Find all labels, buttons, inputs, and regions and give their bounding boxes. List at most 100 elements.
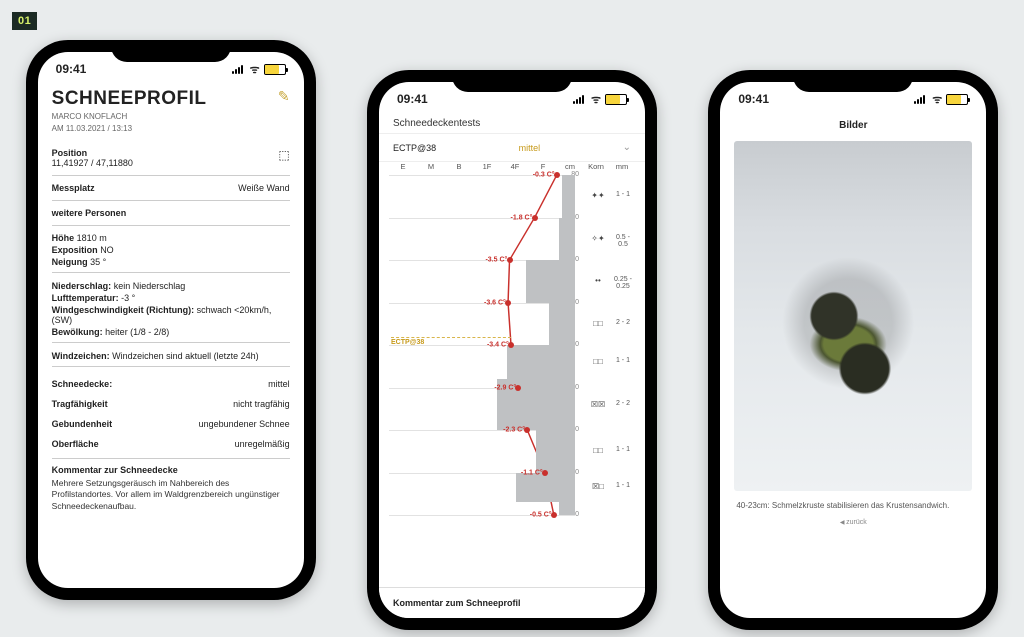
grain-symbol: □□ [585, 357, 611, 366]
snow-photo[interactable] [734, 141, 972, 491]
page-title: SCHNEEPROFIL [52, 88, 207, 110]
temp-label: -2.9 C° [494, 384, 516, 391]
battery-icon [605, 94, 627, 105]
oberfl-label: Oberfläche [52, 439, 99, 449]
edit-icon[interactable]: ✎ [278, 88, 290, 105]
position-label: Position [52, 148, 133, 158]
grain-size: 1 - 1 [611, 446, 635, 453]
temp-label: -3.5 C° [485, 257, 507, 264]
temp-label: -1.1 C° [521, 469, 543, 476]
hardness-bar [536, 430, 575, 473]
schnee-value: mittel [268, 379, 290, 389]
page-number-tag: 01 [12, 12, 37, 30]
signal-icon [573, 94, 587, 104]
notch [793, 70, 913, 92]
screen-chart: 09:41 ᯤ Schneedeckentests ECTP@38 mittel… [379, 82, 645, 618]
messplatz-value: Weiße Wand [238, 183, 290, 193]
grain-symbol: □□ [585, 446, 611, 455]
luft-value: -3 ° [121, 293, 135, 303]
grain-symbol: •• [585, 276, 611, 285]
neigung-label: Neigung [52, 257, 88, 267]
screen-photos: 09:41 ᯤ Bilder 40-23cm: Schmelzkruste st… [720, 82, 986, 618]
notch [111, 40, 231, 62]
wind-label: Windgeschwindigkeit (Richtung): [52, 305, 194, 315]
neigung-value: 35 ° [90, 257, 106, 267]
hardness-bar [559, 502, 575, 515]
hardness-bar [526, 260, 575, 303]
photo-caption: 40-23cm: Schmelzkruste stabilisieren das… [720, 495, 986, 513]
chart-header-4F: 4F [501, 162, 529, 171]
chart-header-cm: cm [557, 162, 583, 171]
grain-size: 2 - 2 [611, 400, 635, 407]
exposition-label: Exposition [52, 245, 98, 255]
weitere-label: weitere Personen [52, 208, 127, 218]
footer-comment[interactable]: Kommentar zum Schneeprofil [379, 587, 645, 618]
phone-row: 09:41 ᯤ SCHNEEPROFIL MARCO KNOFLACH AM 1… [0, 40, 1024, 620]
clock: 09:41 [56, 62, 87, 76]
temp-label: -0.3 C° [533, 172, 555, 179]
trag-label: Tragfähigkeit [52, 399, 108, 409]
photos-heading: Bilder [720, 112, 986, 137]
grain-size: 2 - 2 [611, 319, 635, 326]
hardness-bar [507, 345, 575, 379]
bewoelk-value: heiter (1/8 - 2/8) [105, 327, 169, 337]
signal-icon [914, 94, 928, 104]
screen-profile: 09:41 ᯤ SCHNEEPROFIL MARCO KNOFLACH AM 1… [38, 52, 304, 588]
map-icon[interactable]: ⬚ [278, 148, 289, 168]
grain-symbol: ✦✦ [585, 191, 611, 200]
trag-value: nicht tragfähig [233, 399, 290, 409]
hardness-bar [559, 218, 575, 261]
chart-header-F: F [529, 162, 557, 171]
status-icons: ᯤ [914, 92, 968, 107]
signal-icon [232, 64, 246, 74]
test-name: ECTP@38 [393, 143, 436, 153]
grain-size: 1 - 1 [611, 482, 635, 489]
grain-size: 1 - 1 [611, 357, 635, 364]
phone-2: 09:41 ᯤ Schneedeckentests ECTP@38 mittel… [367, 70, 657, 630]
chart-header-M: M [417, 162, 445, 171]
nieder-label: Niederschlag: [52, 281, 112, 291]
luft-label: Lufttemperatur: [52, 293, 119, 303]
snow-profile-chart: 01020304050607080✦✦1 - 1✧✦0.5 - 0.5••0.2… [389, 175, 635, 515]
chart-header-B: B [445, 162, 473, 171]
wifi-icon: ᯤ [250, 62, 260, 77]
position-value: 11,41927 / 47,11880 [52, 158, 133, 168]
chevron-down-icon: ⌄ [623, 142, 631, 153]
hoehe-label: Höhe [52, 233, 75, 243]
gebund-label: Gebundenheit [52, 419, 113, 429]
wifi-icon: ᯤ [591, 92, 601, 107]
oberfl-value: unregelmäßig [235, 439, 290, 449]
temp-label: -3.4 C° [487, 342, 509, 349]
battery-icon [946, 94, 968, 105]
tests-heading: Schneedeckentests [379, 112, 645, 134]
nieder-value: kein Niederschlag [114, 281, 186, 291]
kommentar-body: Mehrere Setzungsgeräusch im Nahbereich d… [52, 478, 290, 512]
test-row[interactable]: ECTP@38 mittel ⌄ [379, 134, 645, 162]
battery-icon [264, 64, 286, 75]
grain-symbol: ☒☒ [585, 400, 611, 409]
messplatz-label: Messplatz [52, 183, 95, 193]
chart-headers: EMB1F4FFcmKornmm [389, 162, 635, 171]
bewoelk-label: Bewölkung: [52, 327, 103, 337]
notch [452, 70, 572, 92]
hardness-bar [549, 303, 575, 346]
chart-header-E: E [389, 162, 417, 171]
hardness-bar [562, 175, 575, 218]
test-rating: mittel [519, 143, 541, 153]
clock: 09:41 [738, 92, 769, 106]
grain-symbol: □□ [585, 319, 611, 328]
grain-symbol: ✧✦ [585, 234, 611, 243]
chart-header-Korn: Korn [583, 162, 609, 171]
schnee-label: Schneedecke: [52, 379, 113, 389]
kommentar-title: Kommentar zur Schneedecke [52, 465, 290, 475]
grain-size: 0.25 - 0.25 [611, 276, 635, 290]
temp-label: -0.5 C° [530, 512, 552, 519]
pager-back[interactable]: zurück [720, 513, 986, 532]
chart-header-1F: 1F [473, 162, 501, 171]
temp-label: -2.3 C° [503, 427, 525, 434]
status-icons: ᯤ [232, 62, 286, 77]
grain-size: 1 - 1 [611, 191, 635, 198]
hoehe-value: 1810 m [77, 233, 107, 243]
timestamp-line: AM 11.03.2021 / 13:13 [52, 124, 207, 134]
windz-label: Windzeichen: [52, 351, 110, 361]
